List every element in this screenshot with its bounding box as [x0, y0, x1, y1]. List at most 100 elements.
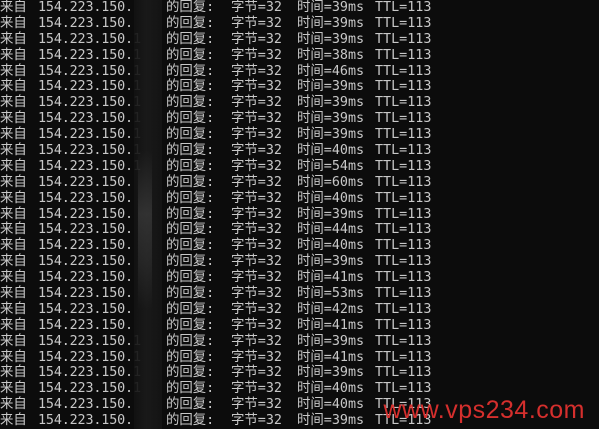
console-line: 来自 154.223.150. 的回复: 字节=32 时间=53ms TTL=113	[0, 286, 599, 302]
line-bytes: 字节=32	[231, 286, 282, 302]
line-prefix: 来自	[0, 15, 27, 31]
line-bytes: 字节=32	[231, 111, 282, 127]
line-reply-label: 的回复:	[166, 317, 215, 333]
line-bytes: 字节=32	[231, 413, 282, 429]
console-line: 来自 154.223.150.1 的回复: 字节=32 时间=39ms TTL=113	[0, 95, 599, 111]
line-prefix: 来自	[0, 222, 27, 238]
line-ip: 154.223.150.	[38, 206, 133, 222]
line-reply-label: 的回复:	[166, 206, 215, 222]
line-reply-label: 的回复:	[166, 381, 215, 397]
line-ttl: TTL=113	[375, 206, 432, 222]
line-prefix: 来自	[0, 333, 27, 349]
line-prefix: 来自	[0, 381, 27, 397]
line-ttl: TTL=113	[375, 47, 432, 63]
console-line: 来自 154.223.150. 的回复: 字节=32 时间=41ms TTL=113	[0, 270, 599, 286]
line-reply-label: 的回复:	[166, 301, 215, 317]
console-line: 来自 154.223.150.1 的回复: 字节=32 时间=40ms TTL=113	[0, 143, 599, 159]
line-bytes: 字节=32	[231, 206, 282, 222]
line-time: 时间=38ms	[297, 47, 365, 63]
console-line: 来自 154.223.150.1 的回复: 字节=32 时间=39ms TTL=113	[0, 334, 599, 350]
line-prefix: 来自	[0, 254, 27, 270]
line-time: 时间=39ms	[297, 365, 365, 381]
line-prefix: 来自	[0, 286, 27, 302]
line-reply-label: 的回复:	[166, 15, 215, 31]
line-ip: 154.223.150.1	[38, 365, 141, 381]
line-ttl: TTL=113	[375, 143, 432, 159]
line-reply-label: 的回复:	[166, 413, 215, 429]
line-ip: 154.223.150.1	[38, 111, 141, 127]
line-bytes: 字节=32	[231, 15, 282, 31]
line-bytes: 字节=32	[231, 317, 282, 333]
line-ip: 154.223.150.1	[38, 63, 141, 79]
line-ip: 154.223.150.	[38, 238, 133, 254]
line-prefix: 来自	[0, 31, 27, 47]
line-ttl: TTL=113	[375, 63, 432, 79]
line-prefix: 来自	[0, 111, 27, 127]
line-bytes: 字节=32	[231, 397, 282, 413]
line-bytes: 字节=32	[231, 222, 282, 238]
console-line: 来自 154.223.150. 的回复: 字节=32 时间=42ms TTL=113	[0, 302, 599, 318]
line-bytes: 字节=32	[231, 127, 282, 143]
line-reply-label: 的回复:	[166, 143, 215, 159]
line-ip: 154.223.150.	[38, 0, 133, 15]
line-time: 时间=46ms	[297, 63, 365, 79]
line-ip: 154.223.150.1	[38, 349, 141, 365]
line-time: 时间=39ms	[297, 0, 365, 15]
console-window[interactable]: 来自 154.223.150. 的回复: 字节=32 时间=39ms TTL=113 来自 1…	[0, 0, 599, 429]
line-prefix: 来自	[0, 270, 27, 286]
line-ip: 154.223.150.	[38, 317, 133, 333]
line-bytes: 字节=32	[231, 143, 282, 159]
line-ttl: TTL=113	[375, 349, 432, 365]
line-ttl: TTL=113	[375, 158, 432, 174]
line-reply-label: 的回复:	[166, 190, 215, 206]
line-prefix: 来自	[0, 190, 27, 206]
line-reply-label: 的回复:	[166, 254, 215, 270]
line-bytes: 字节=32	[231, 158, 282, 174]
line-ttl: TTL=113	[375, 222, 432, 238]
line-ttl: TTL=113	[375, 317, 432, 333]
line-ip: 154.223.150.	[38, 286, 133, 302]
line-ttl: TTL=113	[375, 365, 432, 381]
line-reply-label: 的回复:	[166, 79, 215, 95]
line-time: 时间=53ms	[297, 286, 365, 302]
line-prefix: 来自	[0, 0, 27, 15]
line-bytes: 字节=32	[231, 31, 282, 47]
line-ip: 154.223.150.	[38, 190, 133, 206]
line-reply-label: 的回复:	[166, 286, 215, 302]
line-ip: 154.223.150.1	[38, 95, 141, 111]
line-ip: 154.223.150.1	[38, 333, 141, 349]
line-ip: 154.223.150.	[38, 270, 133, 286]
line-ttl: TTL=113	[375, 79, 432, 95]
line-prefix: 来自	[0, 301, 27, 317]
line-reply-label: 的回复:	[166, 111, 215, 127]
line-prefix: 来自	[0, 349, 27, 365]
line-time: 时间=41ms	[297, 270, 365, 286]
line-reply-label: 的回复:	[166, 127, 215, 143]
console-line: 来自 154.223.150.1 的回复: 字节=32 时间=54ms TTL=113	[0, 159, 599, 175]
line-prefix: 来自	[0, 143, 27, 159]
line-ttl: TTL=113	[375, 95, 432, 111]
line-ttl: TTL=113	[375, 190, 432, 206]
console-line: 来自 154.223.150. 的回复: 字节=32 时间=44ms TTL=113	[0, 222, 599, 238]
console-line: 来自 154.223.150. 的回复: 字节=32 时间=39ms TTL=113	[0, 16, 599, 32]
line-bytes: 字节=32	[231, 0, 282, 15]
line-ip: 154.223.150.	[38, 174, 133, 190]
line-ip: 154.223.150.1	[38, 79, 141, 95]
line-prefix: 来自	[0, 158, 27, 174]
line-prefix: 来自	[0, 206, 27, 222]
line-ttl: TTL=113	[375, 381, 432, 397]
line-ttl: TTL=113	[375, 254, 432, 270]
line-time: 时间=39ms	[297, 333, 365, 349]
line-ip: 154.223.150.	[38, 397, 133, 413]
line-ip: 154.223.150.1	[38, 158, 141, 174]
line-bytes: 字节=32	[231, 254, 282, 270]
line-time: 时间=40ms	[297, 143, 365, 159]
line-prefix: 来自	[0, 127, 27, 143]
console-line: 来自 154.223.150.1 的回复: 字节=32 时间=39ms TTL=113	[0, 111, 599, 127]
line-ttl: TTL=113	[375, 31, 432, 47]
line-time: 时间=60ms	[297, 174, 365, 190]
console-line: 来自 154.223.150. 的回复: 字节=32 时间=60ms TTL=113	[0, 175, 599, 191]
line-reply-label: 的回复:	[166, 270, 215, 286]
line-prefix: 来自	[0, 174, 27, 190]
line-time: 时间=40ms	[297, 397, 365, 413]
